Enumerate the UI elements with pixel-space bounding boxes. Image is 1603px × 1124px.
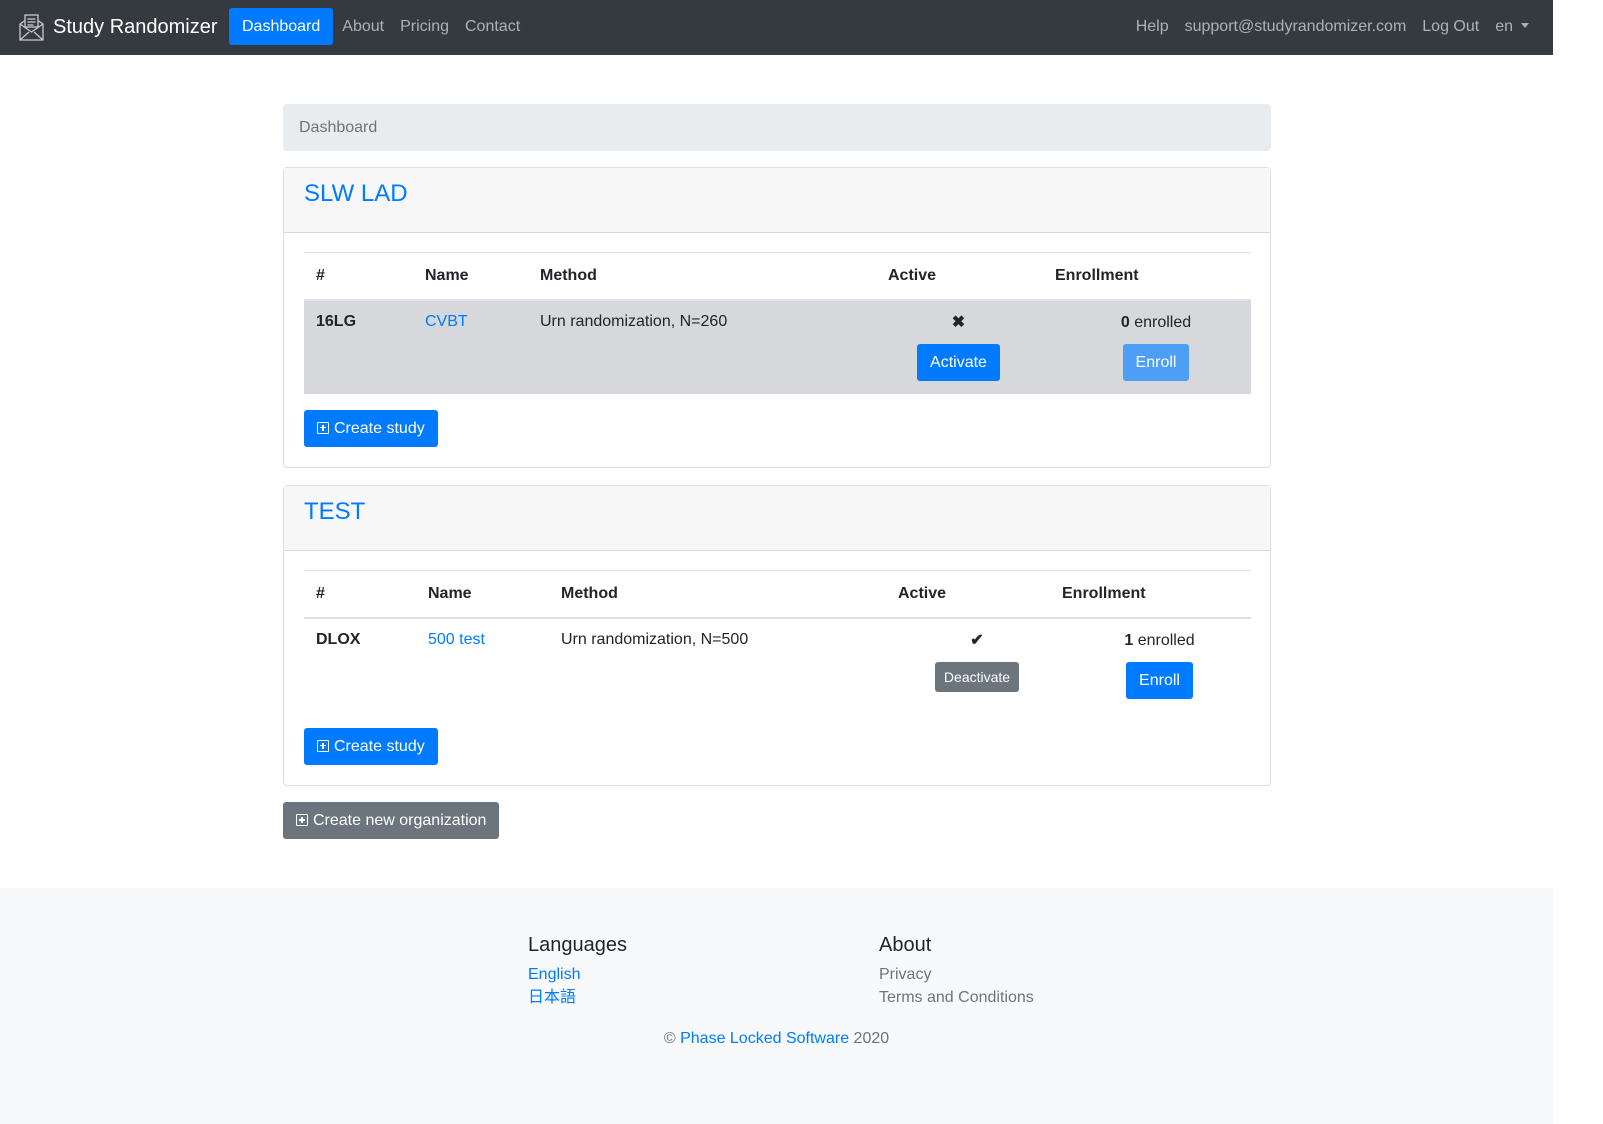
column-header-enrollment: Enrollment [1062, 584, 1146, 602]
x-icon: ✖ [951, 313, 966, 331]
active-cell: ✔ Deactivate [874, 618, 1052, 712]
study-method: Urn randomization, N=260 [540, 312, 728, 330]
main-nav: Dashboard About Pricing Contact [229, 8, 528, 45]
brand-name: Study Randomizer [53, 16, 218, 38]
organization-title[interactable]: SLW LAD [304, 168, 408, 220]
create-study-button[interactable]: Create study [304, 409, 438, 447]
brand[interactable]: Study Randomizer [18, 12, 218, 43]
column-header-id: # [316, 584, 325, 602]
plus-square-icon [317, 739, 329, 752]
study-id: DLOX [316, 630, 361, 648]
column-header-active: Active [888, 266, 937, 284]
create-study-label: Create study [334, 737, 425, 755]
plus-square-icon [317, 421, 329, 434]
language-english-link[interactable]: English [528, 963, 627, 986]
enrolled-count-text: 0 enrolled [1121, 313, 1191, 335]
language-japanese-link[interactable]: 日本語 [528, 986, 627, 1009]
study-name-link[interactable]: 500 test [428, 631, 485, 648]
breadcrumb-item-dashboard: Dashboard [299, 119, 378, 136]
navbar: Study Randomizer Dashboard About Pricing… [0, 0, 1553, 55]
footer-languages: Languages English 日本語 [528, 934, 627, 1009]
create-organization-button[interactable]: Create new organization [283, 802, 500, 839]
language-dropdown[interactable]: en [1487, 8, 1537, 45]
card-body: # Name Method Active Enrollment 16LG CVB… [284, 233, 1270, 467]
nav-contact[interactable]: Contact [457, 8, 528, 45]
card-header: SLW LAD [284, 168, 1270, 233]
caret-down-icon [1521, 23, 1529, 28]
column-header-active: Active [898, 584, 947, 602]
active-cell: ✖ Activate [856, 300, 1033, 394]
enrollment-cell: 1 enrolled Enroll [1052, 618, 1251, 712]
organization-card-slw-lad: SLW LAD # Name Method Active Enrollment … [283, 167, 1271, 468]
activate-button[interactable]: Activate [917, 343, 1000, 381]
footer: Languages English 日本語 About Privacy Term… [0, 888, 1553, 1124]
terms-link[interactable]: Terms and Conditions [879, 986, 1034, 1009]
footer-about: About Privacy Terms and Conditions [879, 934, 1034, 1009]
enrolled-label: enrolled [1137, 631, 1195, 649]
table-row: 16LG CVBT Urn randomization, N=260 ✖ Act… [304, 299, 1251, 394]
studies-table: # Name Method Active Enrollment 16LG CVB… [304, 252, 1251, 394]
table-header-row: # Name Method Active Enrollment [304, 570, 1251, 618]
column-header-enrollment: Enrollment [1055, 266, 1139, 284]
enrolled-count: 1 [1124, 631, 1134, 649]
column-header-name: Name [425, 266, 469, 284]
company-link[interactable]: Phase Locked Software [680, 1030, 849, 1047]
enroll-button[interactable]: Enroll [1126, 661, 1193, 699]
nav-support-email[interactable]: support@studyrandomizer.com [1177, 8, 1415, 45]
enroll-button[interactable]: Enroll [1122, 343, 1190, 381]
copyright: © Phase Locked Software 2020 [0, 1030, 1553, 1048]
breadcrumb: Dashboard [283, 104, 1271, 151]
copyright-symbol: © [663, 1030, 676, 1047]
create-organization-label: Create new organization [313, 812, 487, 829]
nav-dashboard[interactable]: Dashboard [229, 8, 334, 45]
create-study-button[interactable]: Create study [304, 727, 438, 765]
plus-square-icon [296, 814, 308, 826]
column-header-method: Method [561, 584, 618, 602]
language-dropdown-label: en [1495, 18, 1513, 35]
privacy-link[interactable]: Privacy [879, 963, 1034, 986]
card-header: TEST [284, 486, 1270, 551]
enrolled-count-text: 1 enrolled [1124, 631, 1194, 653]
footer-about-title: About [879, 934, 932, 956]
column-header-id: # [316, 266, 325, 284]
study-name-cell: CVBT [413, 300, 528, 394]
envelope-document-icon [19, 14, 44, 41]
enrolled-count: 0 [1120, 313, 1130, 331]
create-study-label: Create study [334, 419, 425, 437]
table-row: DLOX 500 test Urn randomization, N=500 ✔… [304, 618, 1251, 712]
study-method: Urn randomization, N=500 [561, 630, 749, 648]
column-header-name: Name [428, 584, 472, 602]
card-body: # Name Method Active Enrollment DLOX 500… [284, 551, 1270, 785]
column-header-method: Method [540, 266, 597, 284]
studies-table: # Name Method Active Enrollment DLOX 500… [304, 570, 1251, 712]
nav-help[interactable]: Help [1128, 8, 1177, 45]
footer-languages-title: Languages [528, 934, 627, 956]
nav-about[interactable]: About [334, 8, 392, 45]
user-nav: Help support@studyrandomizer.com Log Out… [1128, 8, 1537, 45]
enrolled-label: enrolled [1134, 313, 1192, 331]
study-name-cell: 500 test [416, 618, 549, 712]
nav-pricing[interactable]: Pricing [392, 8, 457, 45]
organization-title[interactable]: TEST [304, 486, 365, 538]
copyright-year: 2020 [853, 1030, 890, 1047]
organization-card-test: TEST # Name Method Active Enrollment DLO… [283, 485, 1271, 786]
study-name-link[interactable]: CVBT [425, 313, 468, 330]
check-icon: ✔ [970, 631, 984, 649]
deactivate-button[interactable]: Deactivate [934, 661, 1020, 692]
table-header-row: # Name Method Active Enrollment [304, 252, 1251, 300]
study-id: 16LG [316, 312, 357, 330]
enrollment-cell: 0 enrolled Enroll [1033, 300, 1251, 394]
nav-logout[interactable]: Log Out [1414, 8, 1487, 45]
